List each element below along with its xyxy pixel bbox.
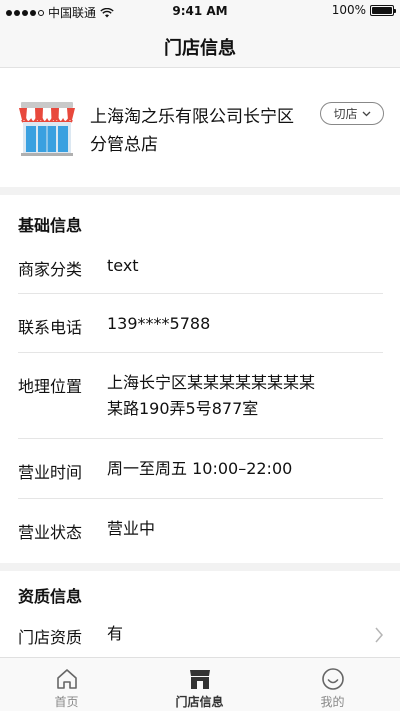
info-row-status: 营业状态 营业中: [0, 516, 400, 556]
switch-store-label: 切店: [333, 107, 358, 121]
row-value: 周一至周五 10:00–22:00: [107, 459, 293, 478]
row-label: 门店资质: [18, 628, 83, 647]
section-title-basic: 基础信息: [18, 216, 83, 235]
tab-bar: 首页 门店信息 我的: [0, 657, 400, 711]
info-row-qualification[interactable]: 门店资质 有: [0, 621, 400, 655]
navigation-bar: 门店信息: [0, 22, 400, 68]
address-line1: 上海长宁区某某某某某某某某: [107, 373, 316, 392]
info-row-address: 地理位置 上海长宁区某某某某某某某某 某路190弄5号877室: [0, 370, 400, 430]
tab-home[interactable]: 首页: [0, 658, 133, 711]
row-value: 营业中: [107, 519, 156, 538]
section-gap: [0, 563, 400, 571]
store-name-line1: 上海淘之乐有限公司长宁区: [90, 107, 294, 127]
basic-info-section: 基础信息 商家分类 text 联系电话 139****5788 地理位置 上海长…: [0, 195, 400, 563]
chevron-down-icon: [362, 111, 370, 116]
qualification-section: 资质信息 门店资质 有: [0, 571, 400, 657]
info-row-phone: 联系电话 139****5788: [0, 311, 400, 351]
row-label: 营业时间: [18, 463, 83, 482]
battery-status: 100%: [331, 3, 396, 17]
row-value: 有: [107, 624, 124, 643]
page-title: 门店信息: [164, 38, 236, 59]
home-icon: [56, 669, 77, 689]
section-gap: [0, 187, 400, 195]
info-row-category: 商家分类 text: [0, 253, 400, 293]
section-title-qualification: 资质信息: [18, 587, 83, 606]
row-value: text: [107, 256, 139, 275]
row-label: 营业状态: [18, 523, 83, 542]
row-value: 上海长宁区某某某某某某某某 某路190弄5号877室: [107, 370, 367, 422]
tab-label: 我的: [320, 695, 345, 709]
chevron-right-icon: [375, 627, 383, 643]
store-header: 上海淘之乐有限公司长宁区 分管总店 切店: [0, 69, 400, 187]
battery-icon: [370, 4, 396, 16]
status-bar: 中国联通 9:41 AM 100%: [0, 0, 400, 22]
store-name: 上海淘之乐有限公司长宁区 分管总店: [90, 103, 310, 159]
row-label: 商家分类: [18, 260, 83, 279]
info-row-hours: 营业时间 周一至周五 10:00–22:00: [0, 456, 400, 496]
row-label: 联系电话: [18, 318, 83, 337]
store-icon: [189, 670, 210, 689]
divider: [18, 293, 383, 294]
storefront-icon: [19, 102, 75, 156]
tab-store-info[interactable]: 门店信息: [133, 658, 266, 711]
battery-percent: 100%: [331, 3, 366, 17]
smile-icon: [321, 668, 344, 690]
tab-label: 首页: [54, 695, 79, 709]
tab-label: 门店信息: [175, 695, 224, 709]
address-line2: 某路190弄5号877室: [107, 399, 259, 418]
row-value: 139****5788: [107, 314, 211, 333]
store-name-line2: 分管总店: [90, 135, 158, 155]
divider: [18, 352, 383, 353]
switch-store-button[interactable]: 切店: [320, 102, 384, 125]
divider: [18, 438, 383, 439]
row-label: 地理位置: [18, 377, 83, 396]
divider: [18, 498, 383, 499]
tab-mine[interactable]: 我的: [266, 658, 399, 711]
